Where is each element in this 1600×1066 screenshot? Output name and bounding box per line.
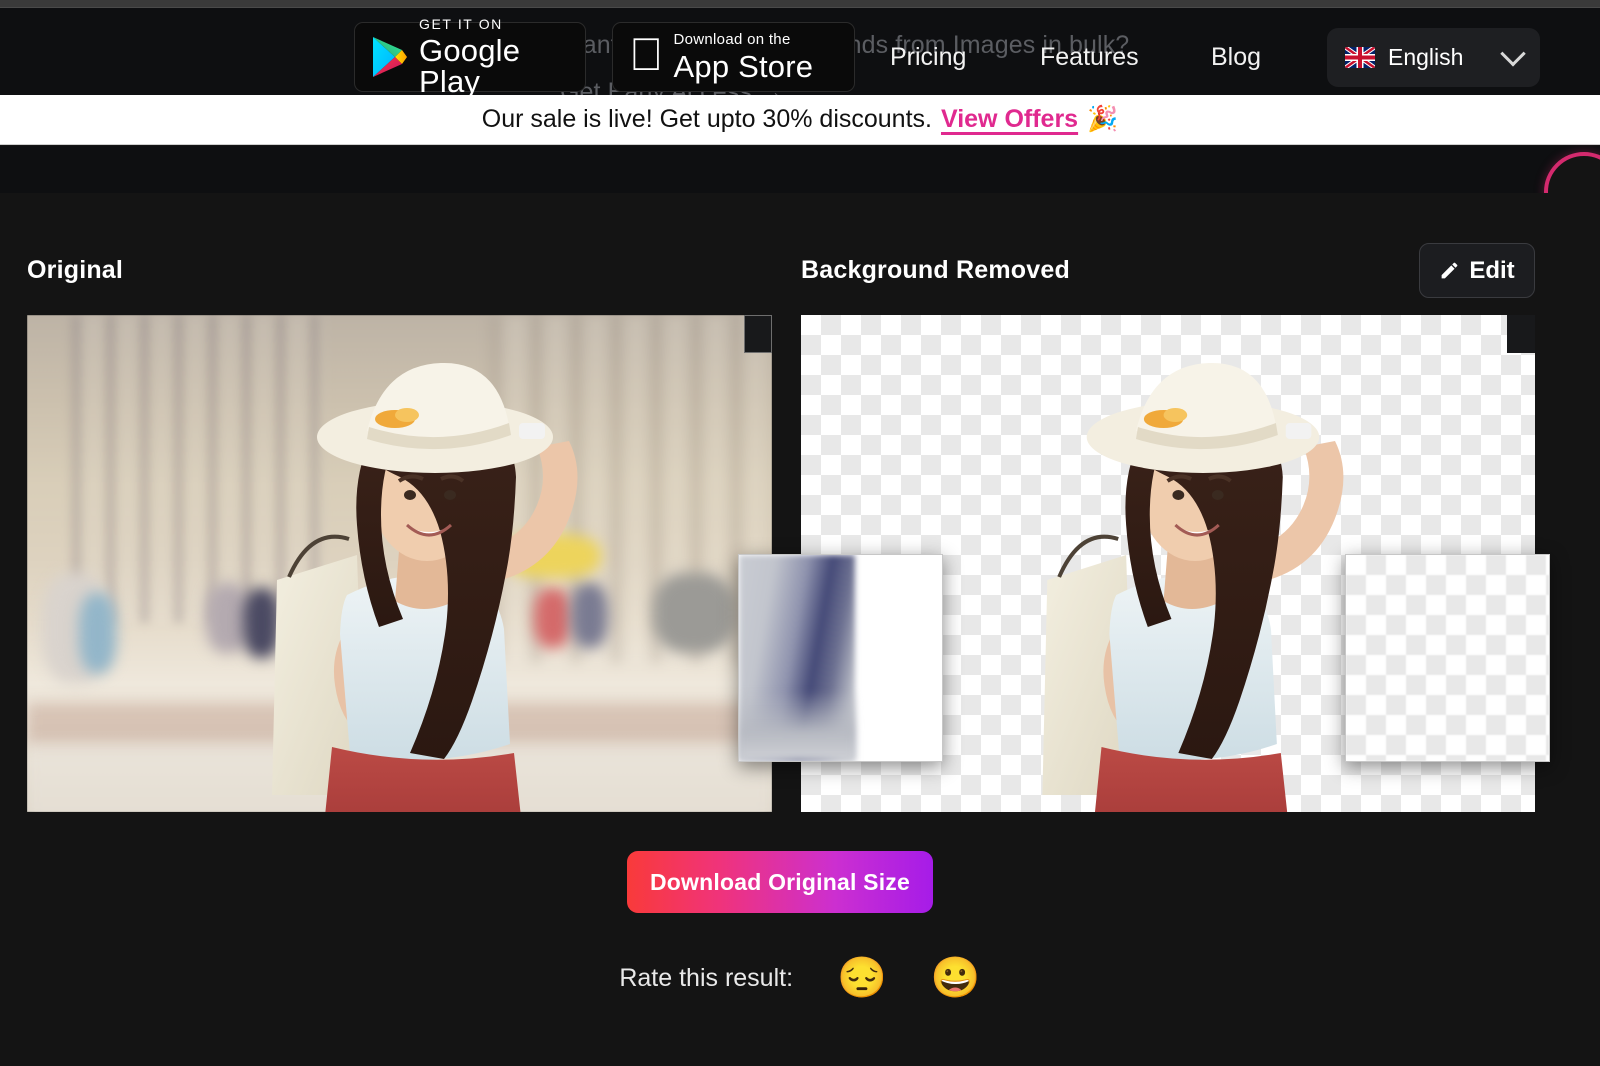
party-popper-icon: 🎉 xyxy=(1087,105,1119,133)
subject-photo xyxy=(272,362,578,812)
sale-banner: Our sale is live! Get upto 30% discounts… xyxy=(0,95,1600,145)
nav-item-blog[interactable]: Blog xyxy=(1211,43,1261,72)
edit-button-label: Edit xyxy=(1469,256,1515,284)
sale-banner-text: Our sale is live! Get upto 30% discounts… xyxy=(481,105,932,133)
view-offers-link[interactable]: View Offers xyxy=(941,105,1078,134)
edit-button[interactable]: Edit xyxy=(1419,243,1535,298)
rating-row: Rate this result: 😔 😀 xyxy=(0,958,1600,998)
as-badge-big-text: App Store xyxy=(639,49,813,84)
site-header: Want to remove backgrounds from Images i… xyxy=(0,8,1600,106)
chevron-down-icon xyxy=(1500,40,1526,66)
nav-item-features[interactable]: Features xyxy=(1040,43,1139,72)
background-removed-label: Background Removed xyxy=(801,256,1070,284)
language-selector[interactable]: English xyxy=(1327,28,1540,87)
browser-scroll-strip xyxy=(0,0,1600,8)
google-play-badge[interactable]: GET IT ON Google Play xyxy=(354,17,586,97)
app-root: Want to remove backgrounds from Images i… xyxy=(0,0,1600,1066)
rate-label: Rate this result: xyxy=(619,963,794,992)
uk-flag-icon xyxy=(1345,47,1375,68)
result-section: Original Background Removed Edit Downloa… xyxy=(0,193,1600,1066)
download-original-size-button[interactable]: Download Original Size xyxy=(627,851,933,913)
original-label: Original xyxy=(27,256,124,284)
original-image[interactable] xyxy=(27,315,772,812)
google-play-icon xyxy=(373,37,407,77)
language-label: English xyxy=(1388,44,1464,70)
magnified-transparency-content xyxy=(1346,555,1549,761)
magnifier-anchor-original[interactable] xyxy=(744,315,772,353)
nav-item-pricing[interactable]: Pricing xyxy=(890,43,966,72)
pencil-icon xyxy=(1441,262,1458,279)
gp-badge-small-text: GET IT ON xyxy=(419,16,503,32)
magnifier-lens-original[interactable] xyxy=(738,554,943,762)
apple-icon:  xyxy=(629,31,664,77)
app-store-badge[interactable]:  Download on the App Store xyxy=(612,22,855,92)
magnifier-lens-removed[interactable] xyxy=(1345,554,1550,762)
magnifier-anchor-removed[interactable] xyxy=(1507,315,1535,353)
gp-badge-big-text: Google Play xyxy=(419,33,521,99)
header-sub-strip xyxy=(0,146,1600,193)
as-badge-small-text: Download on the xyxy=(639,31,791,48)
magnified-original-content-lower xyxy=(739,690,855,761)
grinning-face-emoji[interactable]: 😀 xyxy=(931,958,981,998)
pensive-face-emoji[interactable]: 😔 xyxy=(837,958,887,998)
